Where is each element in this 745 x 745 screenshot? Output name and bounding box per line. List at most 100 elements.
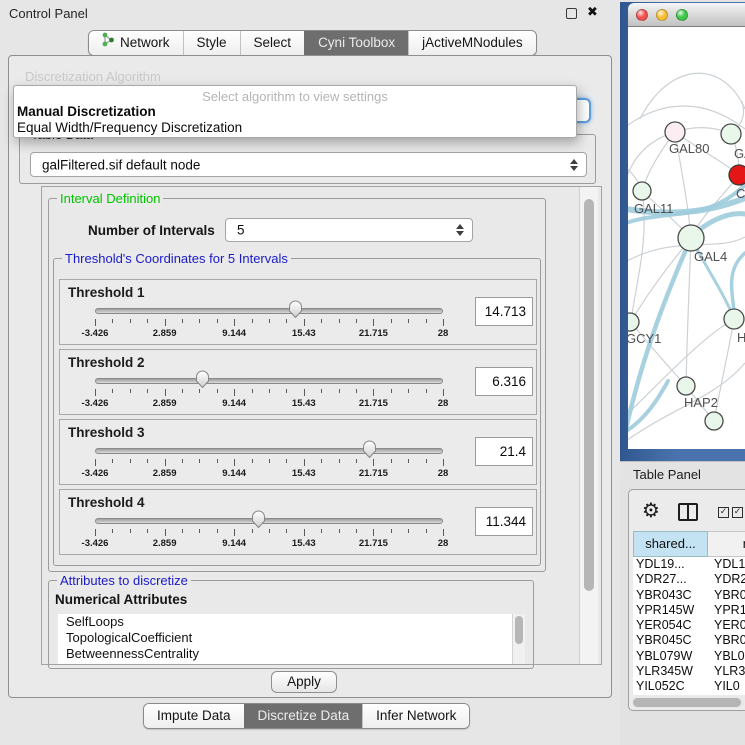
table-column-header[interactable]: na: [708, 531, 745, 557]
slider-tick: [391, 319, 392, 323]
slider-track[interactable]: [95, 308, 443, 314]
table-row[interactable]: YIL052CYIL0: [633, 679, 745, 694]
window-close-light[interactable]: [636, 9, 648, 21]
network-node[interactable]: [729, 165, 745, 185]
attribute-list-item[interactable]: BetweennessCentrality: [58, 646, 525, 662]
slider-tick-label: 2.859: [153, 468, 177, 479]
slider-tick: [356, 459, 357, 463]
network-graph: GAL80GACGAL11GAL4GCY1HHAP2: [628, 27, 745, 449]
tab-label: Impute Data: [157, 704, 231, 728]
attribute-list-item[interactable]: SelfLoops: [58, 614, 525, 630]
slider-track[interactable]: [95, 518, 443, 524]
list-scrollbar-thumb[interactable]: [515, 616, 523, 644]
network-edge[interactable]: [686, 238, 691, 386]
slider-thumb[interactable]: [361, 440, 378, 459]
table-data-combobox[interactable]: galFiltered.sif default node: [30, 152, 587, 177]
tab-style[interactable]: Style: [183, 31, 240, 55]
checkbox-icon[interactable]: ✓: [718, 507, 729, 518]
network-node[interactable]: [665, 122, 685, 142]
table-data-group: Table Data galFiltered.sif default node: [19, 134, 596, 184]
threshold-label: Threshold 3: [68, 425, 145, 440]
tab-jactivemnodules[interactable]: jActiveMNodules: [408, 31, 536, 55]
slider-tick: [356, 319, 357, 323]
slider-tick: [426, 529, 427, 533]
list-scrollbar[interactable]: [512, 614, 525, 664]
numerical-attributes-list[interactable]: SelfLoopsTopologicalCoefficientBetweenne…: [58, 614, 525, 664]
slider-tick: [252, 389, 253, 393]
slider-tick-label: 9.144: [222, 328, 246, 339]
network-node[interactable]: [678, 225, 704, 251]
tab-label: Discretize Data: [258, 704, 350, 728]
checkbox-icon[interactable]: ✓: [732, 507, 743, 518]
network-node[interactable]: [633, 182, 651, 200]
apply-button[interactable]: Apply: [271, 671, 337, 693]
table-row[interactable]: YLR345WYLR3: [633, 664, 745, 679]
table-row[interactable]: YDR27...YDR2: [633, 572, 745, 587]
table-horizontal-scrollbar[interactable]: [632, 697, 744, 708]
slider-tick: [269, 389, 270, 393]
columns-icon[interactable]: [678, 503, 698, 521]
tab-select[interactable]: Select: [240, 31, 305, 55]
slider-tick-label: 15.43: [292, 468, 316, 479]
table-cell: YIL0: [708, 679, 745, 694]
network-node[interactable]: [705, 412, 723, 430]
slider-tick-label: 2.859: [153, 398, 177, 409]
slider-tick: [234, 459, 235, 466]
threshold-value-field[interactable]: 6.316: [475, 367, 533, 396]
slider-tick: [286, 389, 287, 393]
table-row[interactable]: YER054CYER0: [633, 618, 745, 633]
float-window-icon[interactable]: [566, 8, 577, 19]
algorithm-option[interactable]: Equal Width/Frequency Discretization: [14, 120, 576, 136]
network-canvas[interactable]: GAL80GACGAL11GAL4GCY1HHAP2: [628, 27, 745, 449]
slider-track[interactable]: [95, 448, 443, 454]
network-node[interactable]: [724, 309, 744, 329]
slider-tick: [443, 319, 444, 326]
window-zoom-light[interactable]: [676, 9, 688, 21]
table-row[interactable]: YBR043CYBR0: [633, 588, 745, 603]
table-column-header[interactable]: shared...: [633, 531, 708, 557]
table-scrollbar-thumb[interactable]: [633, 698, 741, 707]
numerical-attributes-label: Numerical Attributes: [55, 592, 187, 607]
network-node[interactable]: [628, 313, 639, 331]
network-edge[interactable]: [640, 73, 745, 119]
threshold-value-field[interactable]: 14.713: [475, 297, 533, 326]
slider-tick-label: -3.426: [82, 468, 109, 479]
network-window-titlebar[interactable]: [628, 3, 745, 27]
settings-scrollbar-thumb[interactable]: [584, 199, 594, 591]
algorithm-option[interactable]: Manual Discretization: [14, 104, 576, 120]
slider-thumb[interactable]: [194, 370, 211, 389]
slider-tick: [391, 459, 392, 463]
tab-discretize-data[interactable]: Discretize Data: [244, 704, 363, 728]
slider-tick: [182, 319, 183, 323]
gear-icon[interactable]: ⚙: [642, 499, 660, 521]
table-row[interactable]: YPR145WYPR1: [633, 603, 745, 618]
network-window: GAL80GACGAL11GAL4GCY1HHAP2: [620, 2, 745, 461]
network-node[interactable]: [677, 377, 695, 395]
table-row[interactable]: YBR045CYBR0: [633, 633, 745, 648]
slider-tick: [408, 459, 409, 463]
slider-tick: [252, 459, 253, 463]
slider-thumb[interactable]: [250, 510, 267, 529]
slider-tick: [112, 529, 113, 533]
slider-tick: [339, 459, 340, 463]
table-row[interactable]: YBL079WYBL0: [633, 649, 745, 664]
threshold-value-field[interactable]: 11.344: [475, 507, 533, 536]
tab-infer-network[interactable]: Infer Network: [362, 704, 469, 728]
attribute-list-item[interactable]: TopologicalCoefficient: [58, 630, 525, 646]
close-icon[interactable]: ✖: [587, 5, 598, 20]
slider-tick: [165, 319, 166, 326]
tab-cyni-toolbox[interactable]: Cyni Toolbox: [304, 31, 408, 55]
slider-track[interactable]: [95, 378, 443, 384]
threshold-value-field[interactable]: 21.4: [475, 437, 533, 466]
slider-tick: [443, 389, 444, 396]
slider-tick: [269, 529, 270, 533]
slider-thumb[interactable]: [287, 300, 304, 319]
number-of-intervals-combobox[interactable]: 5: [225, 218, 473, 242]
slider-tick: [234, 389, 235, 396]
settings-scrollbar[interactable]: [579, 187, 598, 664]
tab-network[interactable]: Network: [89, 31, 183, 55]
window-minimize-light[interactable]: [656, 9, 668, 21]
table-row[interactable]: YDL19...YDL1: [633, 557, 745, 572]
tab-impute-data[interactable]: Impute Data: [144, 704, 244, 728]
network-node[interactable]: [721, 124, 741, 144]
